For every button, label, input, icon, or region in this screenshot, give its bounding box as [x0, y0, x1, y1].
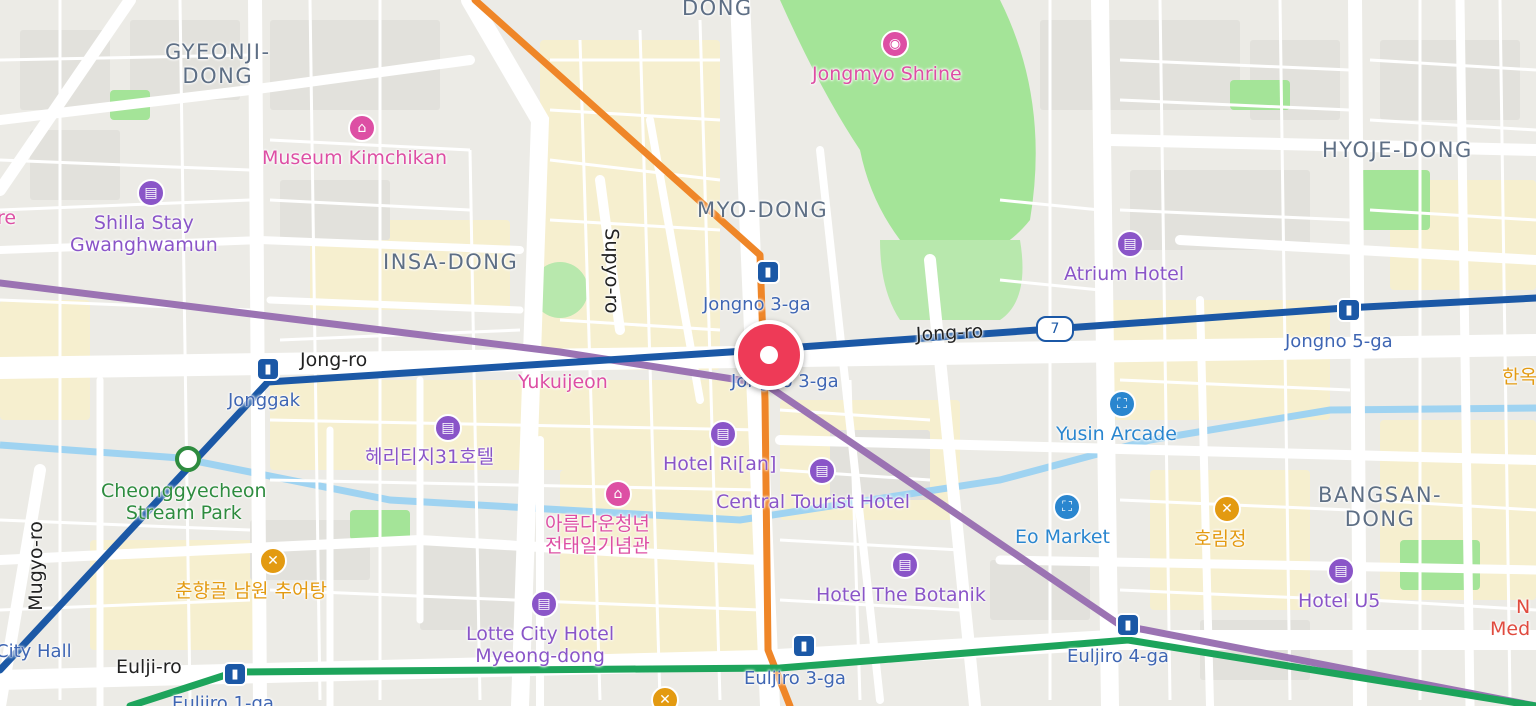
poi-hotel-u5[interactable]: Hotel U5 — [1298, 590, 1380, 613]
poi-eo-market[interactable]: Eo Market — [1015, 526, 1110, 549]
poi-hotel-rian[interactable]: Hotel Ri[an] — [663, 453, 776, 476]
road-label-mugyo[interactable]: Mugyo-ro — [25, 521, 48, 611]
station-euljiro3ga[interactable]: Euljiro 3-ga — [744, 668, 846, 690]
train-icon[interactable]: ▮ — [792, 634, 816, 658]
restaurant-icon[interactable]: ✕ — [651, 686, 679, 706]
station-euljiro4ga[interactable]: Euljiro 4-ga — [1067, 646, 1169, 668]
hotel-icon[interactable]: ▤ — [709, 420, 737, 448]
poi-yusin-arcade[interactable]: Yusin Arcade — [1056, 423, 1177, 446]
hotel-icon[interactable]: ▤ — [530, 590, 558, 618]
district-insa: INSA-DONG — [383, 250, 519, 274]
poi-chunhyang-restaurant[interactable]: 춘향골 남원 추어탕 — [175, 580, 327, 603]
hotel-icon[interactable]: ▤ — [434, 414, 462, 442]
district-bangsan: BANGSAN- DONG — [1318, 483, 1443, 532]
road-shield-icon: 7 — [1036, 316, 1074, 342]
train-icon[interactable]: ▮ — [756, 260, 780, 284]
poi-atrium-hotel[interactable]: Atrium Hotel — [1064, 263, 1184, 286]
road-shield-number: 7 — [1050, 321, 1060, 337]
hotel-icon[interactable]: ▤ — [1116, 230, 1144, 258]
poi-jongmyo-shrine[interactable]: Jongmyo Shrine — [812, 63, 962, 86]
shopping-cart-icon[interactable]: ⛶ — [1108, 390, 1136, 418]
hotel-icon[interactable]: ▤ — [891, 551, 919, 579]
station-jongno3ga-top[interactable]: Jongno 3-ga — [703, 294, 811, 316]
poi-museum-kimchikan[interactable]: Museum Kimchikan — [262, 147, 447, 170]
location-pin-icon[interactable] — [734, 320, 804, 390]
district-gyeonji: GYEONJI- DONG — [165, 40, 271, 89]
poi-horimjeong[interactable]: 호림정 — [1194, 528, 1246, 551]
poi-hanok-partial[interactable]: 한옥 — [1502, 366, 1536, 389]
camera-icon[interactable]: ◉ — [881, 30, 909, 58]
road-label-euljiro[interactable]: Eulji-ro — [116, 656, 182, 679]
train-icon[interactable]: ▮ — [1116, 613, 1140, 637]
shopping-cart-icon[interactable]: ⛶ — [1053, 493, 1081, 521]
poi-central-tourist-hotel[interactable]: Central Tourist Hotel — [716, 491, 910, 514]
station-jonggak[interactable]: Jonggak — [228, 390, 300, 412]
location-pin-dot — [760, 346, 778, 364]
train-icon[interactable]: ▮ — [1337, 298, 1361, 322]
hotel-icon[interactable]: ▤ — [808, 457, 836, 485]
poi-cheonggyecheon-park[interactable]: Cheonggyecheon Stream Park — [101, 480, 267, 525]
poi-jeontaeil-memorial[interactable]: 아름다운청년 전태일기념관 — [545, 513, 650, 558]
station-jongno5ga[interactable]: Jongno 5-ga — [1285, 331, 1393, 353]
poi-medical-partial[interactable]: N Med — [1490, 596, 1530, 641]
poi-yukuijeon[interactable]: Yukuijeon — [518, 371, 608, 394]
museum-icon[interactable]: ⌂ — [348, 114, 376, 142]
restaurant-icon[interactable]: ✕ — [1213, 495, 1241, 523]
poi-heritage31-hotel[interactable]: 헤리티지31호텔 — [365, 446, 494, 469]
district-hyoje: HYOJE-DONG — [1322, 138, 1473, 162]
poi-shilla-stay[interactable]: Shilla Stay Gwanghwamun — [70, 212, 218, 257]
map-canvas[interactable]: GYEONJI- DONG DONG MYO-DONG INSA-DONG HY… — [0, 0, 1536, 706]
district-myo: MYO-DONG — [697, 198, 829, 222]
road-label-jongro-left[interactable]: Jong-ro — [300, 349, 367, 372]
station-euljiro1ga[interactable]: Euljiro 1-ga — [172, 693, 274, 706]
poi-lotte-city-hotel[interactable]: Lotte City Hotel Myeong-dong — [466, 623, 614, 668]
road-label-supyo[interactable]: Supyo-ro — [600, 228, 623, 313]
train-icon[interactable]: ▮ — [223, 662, 247, 686]
station-city-hall[interactable]: City Hall — [0, 641, 72, 663]
hotel-icon[interactable]: ▤ — [1327, 557, 1355, 585]
poi-partial-left[interactable]: re — [0, 207, 16, 230]
district-top-partial: DONG — [682, 0, 753, 20]
road-label-jongro-right[interactable]: Jong-ro — [915, 320, 983, 346]
poi-hotel-the-botanik[interactable]: Hotel The Botanik — [816, 584, 986, 607]
train-icon[interactable]: ▮ — [256, 357, 280, 381]
restaurant-icon[interactable]: ✕ — [259, 547, 287, 575]
hotel-icon[interactable]: ▤ — [137, 179, 165, 207]
museum-icon[interactable]: ⌂ — [604, 480, 632, 508]
park-icon[interactable] — [175, 446, 201, 472]
